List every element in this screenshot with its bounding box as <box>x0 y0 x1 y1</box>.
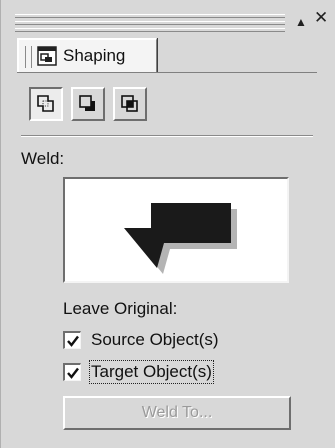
intersect-icon <box>121 95 138 112</box>
tab-grip <box>25 46 32 68</box>
shaping-docker: ▲ ✕ Shaping Weld: Leave Original: Source… <box>0 0 335 448</box>
leave-original-label: Leave Original: <box>63 299 178 318</box>
trim-button[interactable] <box>71 87 105 121</box>
weld-to-button[interactable]: Weld To... <box>63 396 291 430</box>
target-object-label: Target Object(s) <box>89 360 214 384</box>
trim-icon <box>79 95 95 111</box>
tab-shaping[interactable]: Shaping <box>17 38 157 72</box>
checkmark-icon <box>67 335 79 347</box>
weld-preview-shape <box>124 203 237 274</box>
tab-label: Shaping <box>63 46 126 65</box>
docker-title-bar[interactable]: ▲ ✕ <box>1 0 335 34</box>
source-object-label: Source Object(s) <box>91 330 219 349</box>
shaping-panel: Weld: Leave Original: Source Object(s) T… <box>17 72 317 442</box>
close-icon[interactable]: ✕ <box>314 9 328 27</box>
title-grip[interactable] <box>15 14 285 32</box>
separator <box>21 135 313 137</box>
collapse-arrow-icon[interactable]: ▲ <box>295 13 307 31</box>
intersect-button[interactable] <box>113 87 147 121</box>
shaping-docker-icon <box>37 46 57 66</box>
weld-preview-box <box>63 177 289 283</box>
checkmark-icon <box>67 367 79 379</box>
weld-icon <box>37 95 54 112</box>
source-object-checkbox[interactable] <box>63 331 81 349</box>
operation-label: Weld: <box>21 149 65 168</box>
target-object-checkbox[interactable] <box>63 363 81 381</box>
weld-button[interactable] <box>29 87 63 121</box>
